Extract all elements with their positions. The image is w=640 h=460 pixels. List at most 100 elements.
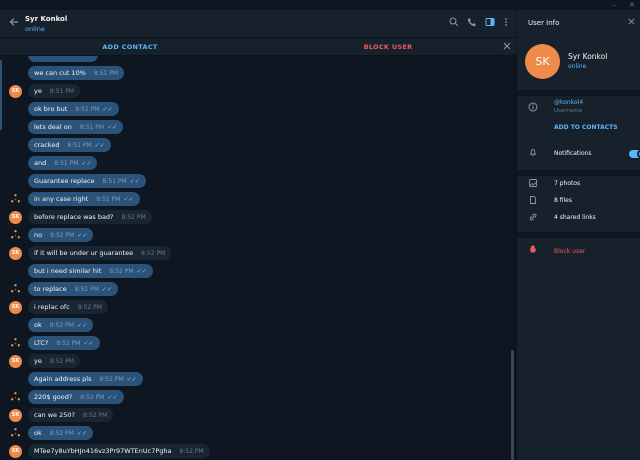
divider bbox=[517, 90, 640, 96]
message-bubble[interactable]: and 8:51 PM ✓✓ bbox=[28, 156, 98, 170]
unread-accent bbox=[0, 60, 2, 130]
read-ticks-icon: ✓✓ bbox=[101, 286, 112, 293]
message-text: before replace was bad? bbox=[34, 213, 114, 221]
avatar[interactable]: SK bbox=[525, 44, 560, 79]
username-label: Username bbox=[554, 108, 583, 114]
notifications-toggle[interactable] bbox=[629, 149, 640, 159]
avatar[interactable]: SK bbox=[9, 247, 22, 260]
avatar[interactable] bbox=[9, 283, 22, 296]
message-bubble[interactable]: MTee7y8uYbHJn416vz3Pr97WTEnUc7Pgha 8:52 P… bbox=[28, 444, 210, 458]
message-time: 8:51 PM bbox=[54, 160, 79, 167]
avatar[interactable] bbox=[9, 337, 22, 350]
message-text: can we 250? bbox=[34, 411, 75, 419]
message-time: 8:51 PM bbox=[49, 88, 75, 95]
message-bubble[interactable]: ok 8:52 PM ✓✓ bbox=[28, 318, 93, 332]
search-icon[interactable] bbox=[448, 17, 460, 29]
message-bubble[interactable]: we can cut 10% 8:51 PM bbox=[28, 66, 125, 80]
read-ticks-icon: ✓✓ bbox=[77, 232, 88, 239]
message-text: ok bro but bbox=[34, 105, 68, 113]
close-action-bar-icon[interactable] bbox=[501, 41, 513, 53]
sidebar-toggle-icon[interactable] bbox=[484, 17, 496, 29]
message-bubble[interactable]: if it will be under ur guarantee 8:52 PM bbox=[28, 246, 172, 260]
scrollbar[interactable] bbox=[511, 350, 514, 460]
info-circle-icon bbox=[527, 102, 539, 114]
read-ticks-icon: ✓✓ bbox=[107, 124, 118, 131]
message-bubble[interactable]: i replac ofc 8:52 PM bbox=[28, 300, 108, 314]
read-ticks-icon: ✓✓ bbox=[102, 106, 113, 113]
info-name: Syr Konkol bbox=[568, 52, 608, 61]
avatar[interactable]: SK bbox=[9, 409, 22, 422]
message-list[interactable]: we can cut 10% 8:51 PM SK ye 8:51 PM ok bro b… bbox=[0, 56, 516, 460]
message-bubble[interactable]: no 8:52 PM ✓✓ bbox=[28, 228, 94, 242]
message-bubble[interactable]: Guarantee replace 8:51 PM ✓✓ bbox=[28, 174, 146, 188]
message-text: Again address pls bbox=[34, 375, 92, 383]
notifications-label: Notifications bbox=[554, 150, 592, 157]
shared-links-link[interactable]: 4 shared links bbox=[554, 214, 596, 221]
message-bubble[interactable]: but i need similar hit 8:52 PM ✓✓ bbox=[28, 264, 153, 278]
message-bubble[interactable]: cracked 8:51 PM ✓✓ bbox=[28, 138, 111, 152]
message-bubble[interactable]: in any case right 8:51 PM ✓✓ bbox=[28, 192, 140, 206]
message-time: 8:51 PM bbox=[79, 124, 105, 131]
message-time: 8:52 PM bbox=[109, 268, 134, 275]
read-ticks-icon: ✓✓ bbox=[83, 340, 94, 347]
message-bubble[interactable]: to replace 8:52 PM ✓✓ bbox=[28, 282, 118, 296]
photo-icon bbox=[527, 178, 539, 190]
avatar[interactable]: SK bbox=[9, 445, 22, 458]
read-ticks-icon: ✓✓ bbox=[136, 268, 147, 275]
message-text: i replac ofc bbox=[34, 303, 70, 311]
chat-header: Syr Konkol online bbox=[0, 10, 516, 38]
add-contact-button[interactable]: ADD CONTACT bbox=[0, 38, 260, 56]
avatar[interactable] bbox=[9, 391, 22, 404]
read-ticks-icon: ✓✓ bbox=[76, 430, 87, 437]
divider bbox=[517, 170, 640, 176]
message-text: MTee7y8uYbHJn416vz3Pr97WTEnUc7Pgha bbox=[34, 447, 172, 455]
telegram-app: Syr Konkol online ADD CONTACT BLOCK USER… bbox=[0, 10, 640, 460]
add-to-contacts-button[interactable]: ADD TO CONTACTS bbox=[554, 124, 618, 131]
message-bubble[interactable]: LTC? 8:52 PM ✓✓ bbox=[28, 336, 100, 350]
message-bubble[interactable]: can we 250? 8:52 PM bbox=[28, 408, 114, 422]
message-bubble[interactable]: ok 8:52 PM ✓✓ bbox=[28, 426, 93, 440]
files-link[interactable]: 8 files bbox=[554, 197, 572, 204]
message-bubble[interactable]: ye 8:52 PM bbox=[28, 354, 81, 368]
minimize-icon[interactable]: – bbox=[608, 0, 620, 10]
message-time: 8:52 PM bbox=[77, 304, 102, 311]
photos-link[interactable]: 7 photos bbox=[554, 180, 580, 187]
message-time: 8:51 PM bbox=[102, 178, 127, 185]
message-bubble[interactable]: 220$ good? 8:52 PM ✓✓ bbox=[28, 390, 124, 404]
block-user-link[interactable]: Block user bbox=[554, 248, 585, 255]
more-vertical-icon[interactable] bbox=[500, 17, 512, 29]
link-icon bbox=[527, 212, 539, 224]
read-ticks-icon: ✓✓ bbox=[81, 160, 92, 167]
message-text: in any case right bbox=[34, 195, 89, 203]
avatar[interactable] bbox=[9, 229, 22, 242]
avatar[interactable] bbox=[9, 427, 22, 440]
message-time: 8:52 PM bbox=[74, 286, 99, 293]
chat-status: online bbox=[25, 25, 45, 33]
message-text: but i need similar hit bbox=[34, 267, 102, 275]
close-icon[interactable]: ✕ bbox=[626, 0, 638, 10]
message-bubble[interactable] bbox=[28, 56, 98, 62]
message-bubble[interactable]: Again address pls 8:52 PM ✓✓ bbox=[28, 372, 143, 386]
read-ticks-icon: ✓✓ bbox=[123, 196, 134, 203]
avatar[interactable]: SK bbox=[9, 211, 22, 224]
back-arrow-icon[interactable] bbox=[8, 16, 20, 28]
message-bubble[interactable]: lets deal on 8:51 PM ✓✓ bbox=[28, 120, 124, 134]
avatar[interactable]: SK bbox=[9, 301, 22, 314]
chat-title[interactable]: Syr Konkol bbox=[25, 15, 67, 23]
avatar[interactable]: SK bbox=[9, 85, 22, 98]
avatar[interactable]: SK bbox=[9, 355, 22, 368]
message-bubble[interactable]: ye 8:51 PM bbox=[28, 84, 81, 98]
phone-icon[interactable] bbox=[466, 17, 478, 29]
info-status: online bbox=[568, 63, 587, 70]
message-bubble[interactable]: ok bro but 8:51 PM ✓✓ bbox=[28, 102, 119, 116]
avatar[interactable] bbox=[9, 193, 22, 206]
message-bubble[interactable]: before replace was bad? 8:52 PM bbox=[28, 210, 152, 224]
message-time: 8:52 PM bbox=[80, 394, 105, 401]
close-info-icon[interactable] bbox=[627, 17, 636, 29]
username-value[interactable]: @konkol4 bbox=[554, 99, 583, 106]
message-text: ye bbox=[34, 357, 42, 365]
message-text: and bbox=[34, 159, 47, 167]
message-time: 8:52 PM bbox=[179, 448, 204, 455]
info-title: User Info bbox=[528, 19, 560, 27]
block-user-button[interactable]: BLOCK USER bbox=[260, 38, 516, 56]
